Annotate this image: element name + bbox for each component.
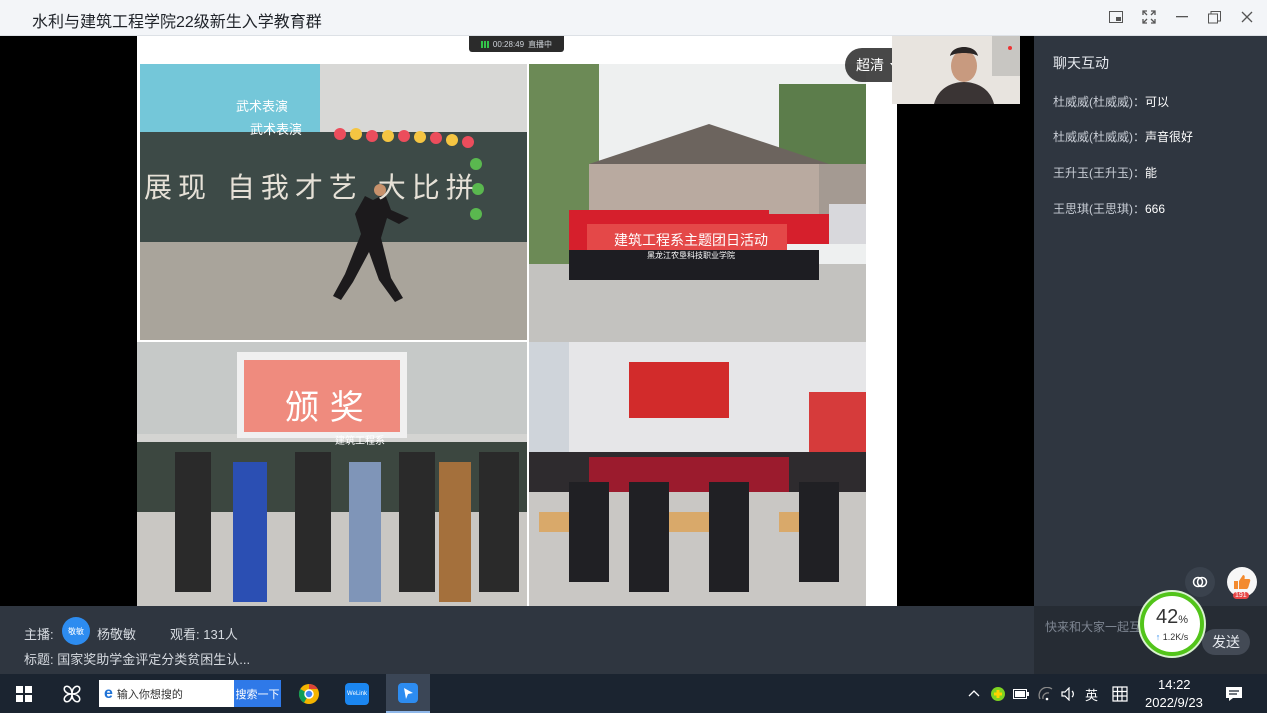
notification-icon[interactable]: [1220, 674, 1248, 713]
network-speed-widget[interactable]: 42% ↑ 1.2K/s: [1140, 592, 1204, 656]
tray-expand-icon[interactable]: [964, 674, 984, 713]
search-button[interactable]: 搜索一下: [234, 680, 281, 707]
volume-icon[interactable]: [1059, 674, 1079, 713]
photo-martial-arts: 武术表演 武术表演 展现 自我才艺 大比拼: [140, 64, 527, 340]
upload-arrow-icon: ↑: [1155, 631, 1161, 642]
like-button[interactable]: 191: [1227, 567, 1257, 599]
window-title: 水利与建筑工程学院22级新生入学教育群: [32, 14, 322, 31]
wifi-icon[interactable]: [1036, 674, 1056, 713]
restore-icon[interactable]: [1202, 6, 1226, 28]
chat-header: 聊天互动: [1053, 55, 1109, 71]
photo-classroom-game: [529, 342, 866, 606]
chat-sender: 王思琪(王思琪)：: [1053, 202, 1145, 216]
photo1-caption-bottom: 武术表演: [250, 122, 303, 137]
photo2-sign: 建筑工程系主题团日活动: [614, 232, 768, 248]
stream-info-bar: 主播: 敬敏 杨敬敏 观看: 131人 标题: 国家奖助学金评定分类贫困生认..…: [0, 606, 1034, 674]
chat-text: 666: [1145, 202, 1166, 216]
photo-group-activity: 建筑工程系主题团日活动 黑龙江农垦科技职业学院: [529, 64, 866, 342]
chat-message: 杜威威(杜威威)：可以: [1053, 93, 1169, 110]
signal-icon: [480, 40, 489, 48]
video-area: 武术表演 武术表演 展现 自我才艺 大比拼 建筑工程系主题团日活动 黑龙江农垦科…: [0, 36, 1034, 606]
photo3-subtitle: 建筑工程系: [335, 436, 385, 447]
browser-app-icon[interactable]: [293, 674, 325, 713]
photo-award-ceremony: 颁 奖 建筑工程系: [137, 342, 527, 606]
shared-slide: 武术表演 武术表演 展现 自我才艺 大比拼 建筑工程系主题团日活动 黑龙江农垦科…: [137, 36, 897, 606]
security-tray-icon[interactable]: [988, 674, 1008, 713]
fullscreen-icon[interactable]: [1137, 6, 1161, 28]
welink-label: WeLink: [345, 682, 369, 705]
title-bar: 水利与建筑工程学院22级新生入学教育群: [0, 0, 1267, 36]
photo3-title: 颁 奖: [285, 388, 364, 428]
ime-language-indicator[interactable]: 英: [1085, 685, 1098, 704]
live-status: 直播中: [528, 39, 553, 49]
taskbar: e 输入你想搜的 搜索一下 WeLink 英 14:22 2022/9/23: [0, 674, 1267, 713]
close-icon[interactable]: [1235, 6, 1259, 28]
quality-label: 超清: [856, 57, 884, 73]
speed-percent: 42: [1155, 605, 1179, 628]
send-button[interactable]: 发送: [1202, 629, 1250, 655]
host-label: 主播:: [24, 627, 54, 642]
clock-time[interactable]: 14:22: [1158, 677, 1191, 692]
minimize-icon[interactable]: [1170, 6, 1194, 28]
stream-timer: 00:28:49: [492, 39, 525, 49]
photo1-banner: 展现 自我才艺 大比拼: [144, 171, 480, 204]
speed-rate: 1.2K/s: [1162, 631, 1189, 642]
thumbs-up-icon: [1234, 575, 1251, 589]
ime-grid-icon[interactable]: [1110, 674, 1130, 713]
chat-text: 声音很好: [1145, 130, 1194, 144]
live-indicator: 00:28:49 直播中: [469, 36, 564, 52]
presenter-camera: [892, 36, 1020, 104]
chat-sender: 杜威威(杜威威)：: [1053, 130, 1145, 144]
clock-date[interactable]: 2022/9/23: [1145, 695, 1203, 710]
chat-text: 能: [1145, 166, 1158, 180]
chat-text: 可以: [1145, 95, 1170, 109]
popout-icon[interactable]: [1104, 6, 1128, 28]
search-bar[interactable]: e 输入你想搜的 搜索一下: [99, 680, 281, 707]
speed-percent-unit: %: [1178, 613, 1189, 626]
chat-sender: 杜威威(杜威威)：: [1053, 95, 1145, 109]
host-name: 杨敬敏: [97, 627, 137, 642]
chat-message: 王思琪(王思琪)：666: [1053, 200, 1165, 217]
stream-topic: 标题: 国家奖助学金评定分类贫困生认...: [24, 652, 251, 667]
chat-message: 杜威威(杜威威)：声音很好: [1053, 128, 1193, 145]
pinwheel-app-icon[interactable]: [56, 674, 88, 713]
link-button[interactable]: [1185, 567, 1215, 597]
app-window: 水利与建筑工程学院22级新生入学教育群 武术表演 武术表演 展现 自我才艺 大比…: [0, 0, 1267, 713]
chat-panel: 聊天互动 杜威威(杜威威)：可以 杜威威(杜威威)：声音很好 王升玉(王升玉)：…: [1034, 36, 1267, 674]
chat-input[interactable]: 快来和大家一起互: [1045, 618, 1141, 635]
host-avatar[interactable]: 敬敏: [62, 617, 90, 645]
link-icon: [1192, 576, 1208, 588]
like-count: 191: [1233, 592, 1249, 599]
welink-app-icon[interactable]: WeLink: [341, 674, 373, 713]
chat-sender: 王升玉(王升玉)：: [1053, 166, 1145, 180]
ie-browser-icon: e: [104, 684, 113, 702]
photo2-sign-sub: 黑龙江农垦科技职业学院: [647, 251, 735, 260]
battery-icon[interactable]: [1011, 674, 1031, 713]
search-input[interactable]: 输入你想搜的: [117, 686, 229, 702]
live-app-icon[interactable]: [386, 674, 430, 713]
viewer-count: 观看: 131人: [170, 627, 238, 642]
windows-start-icon[interactable]: [8, 674, 40, 713]
photo1-caption-top: 武术表演: [236, 99, 289, 114]
chat-message: 王升玉(王升玉)：能: [1053, 164, 1157, 181]
